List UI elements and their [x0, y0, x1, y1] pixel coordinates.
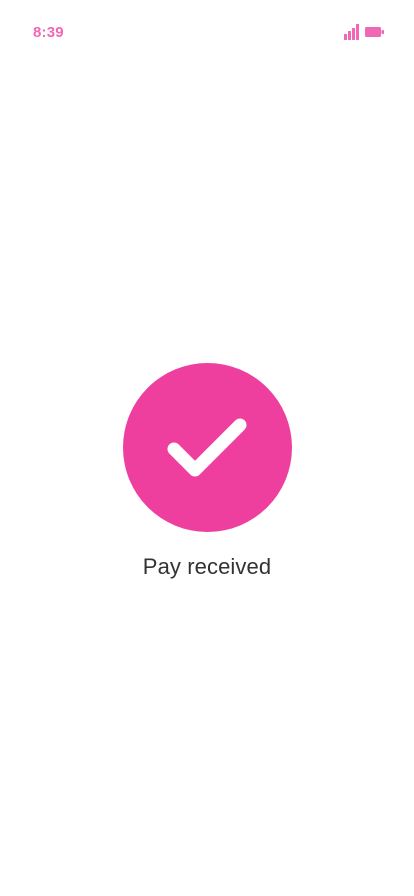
success-circle [122, 363, 292, 532]
status-bar: 8:39 [0, 0, 414, 64]
success-message: Pay received [142, 554, 272, 579]
signal-icon [344, 24, 359, 40]
checkmark-icon [167, 418, 247, 476]
payment-success-screen: 8:39 Pay received [0, 0, 414, 896]
battery-icon [365, 27, 384, 37]
status-icons [344, 24, 384, 40]
status-time: 8:39 [33, 24, 64, 41]
payment-success: Pay received [0, 363, 414, 580]
